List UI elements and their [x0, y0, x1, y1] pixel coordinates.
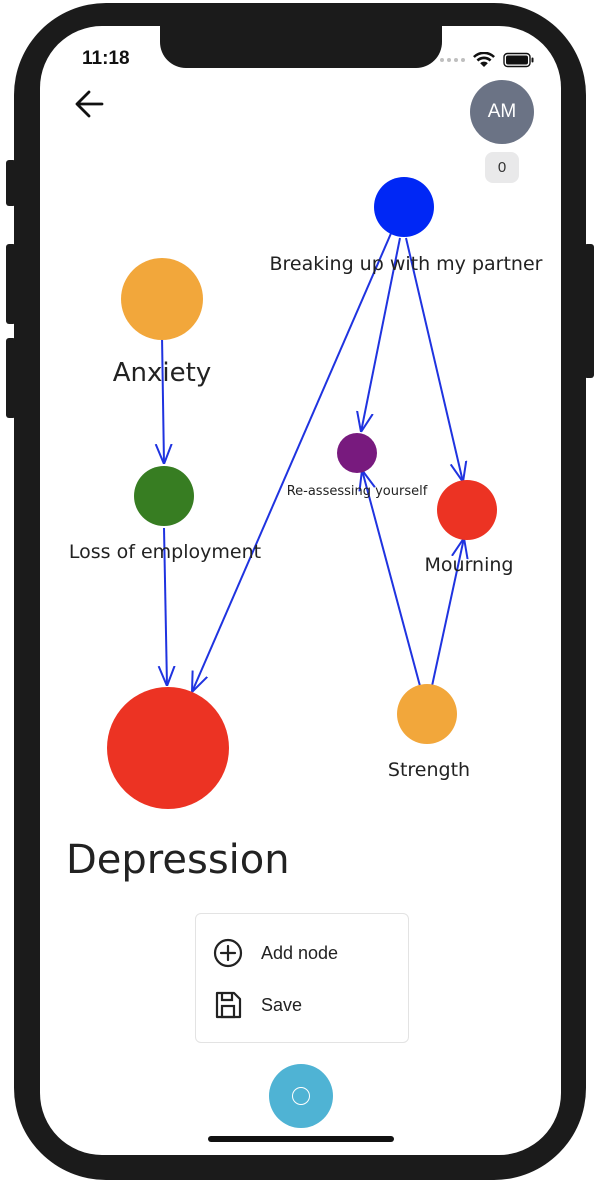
floppy-disk-icon	[215, 991, 242, 1019]
node-label-anxiety: Anxiety	[113, 358, 211, 388]
node-anxiety[interactable]	[121, 258, 203, 340]
node-strength[interactable]	[397, 684, 457, 744]
edge-anxiety-to-loss	[162, 335, 164, 464]
volume-up-button	[6, 244, 16, 324]
node-label-loss-of-employment: Loss of employment	[69, 541, 261, 563]
circle-icon	[292, 1087, 310, 1105]
node-loss-of-employment[interactable]	[134, 466, 194, 526]
mute-switch	[6, 160, 16, 206]
edge-strength-to-reassess	[362, 470, 421, 687]
home-indicator	[208, 1136, 394, 1142]
graph-edges	[162, 207, 464, 692]
add-node-label: Add node	[261, 942, 339, 963]
add-node-button[interactable]: Add node	[196, 928, 408, 978]
node-label-depression: Depression	[66, 837, 290, 883]
node-label-breaking-up: Breaking up with my partner	[270, 253, 543, 275]
node-reassessing[interactable]	[337, 433, 377, 473]
plus-circle-icon	[213, 938, 243, 968]
volume-down-button	[6, 338, 16, 418]
graph-nodes: Anxiety Loss of employment Depression Br…	[66, 177, 543, 883]
node-label-reassessing: Re-assessing yourself	[287, 484, 428, 499]
power-button	[584, 244, 594, 378]
node-label-mourning: Mourning	[425, 554, 514, 576]
app-screen: 11:18 AM 0 Anxiety Loss of employment De…	[40, 26, 561, 1155]
node-depression[interactable]	[107, 687, 229, 809]
action-menu: Add node Save	[195, 913, 409, 1043]
fab-button[interactable]	[269, 1064, 333, 1128]
node-mourning[interactable]	[437, 480, 497, 540]
node-breaking-up[interactable]	[374, 177, 434, 237]
node-label-strength: Strength	[388, 759, 470, 781]
save-button[interactable]: Save	[196, 980, 408, 1030]
save-label: Save	[261, 994, 303, 1015]
